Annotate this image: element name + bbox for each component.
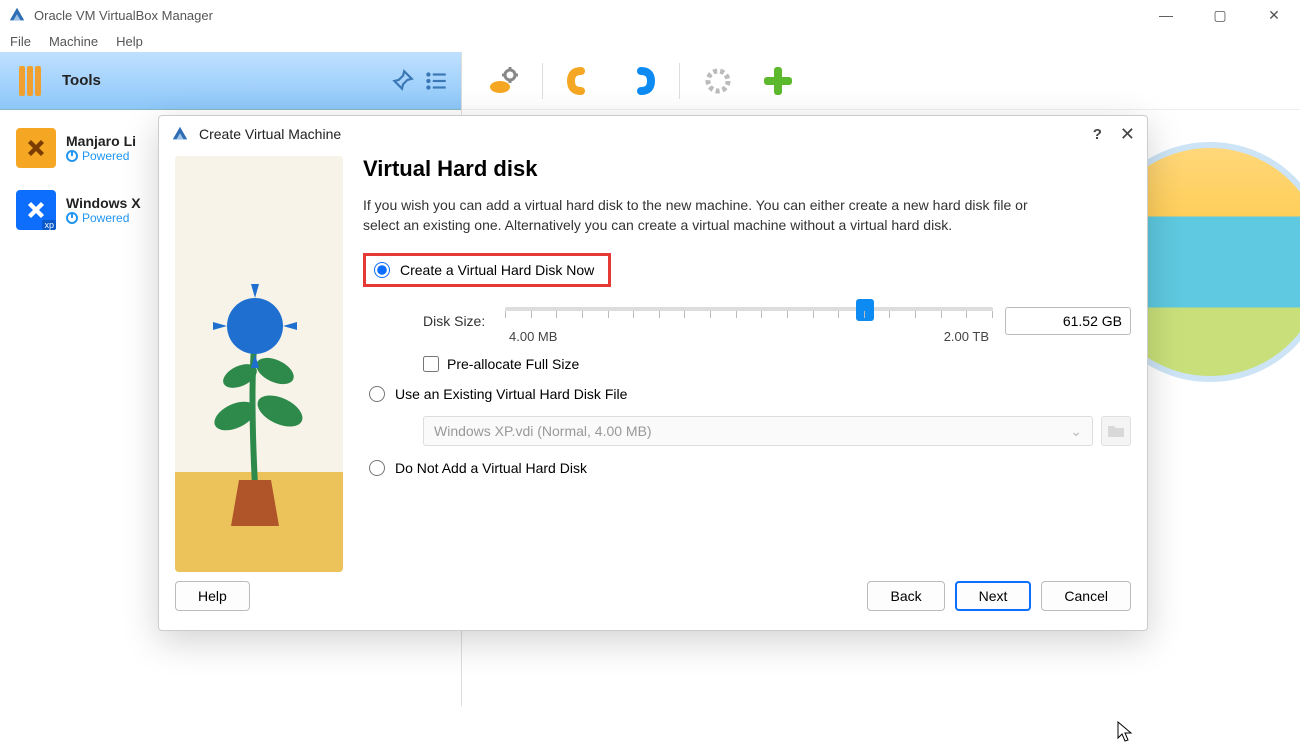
option-create-now-label: Create a Virtual Hard Disk Now [400,262,594,278]
vm-name: Manjaro Li [66,133,136,149]
os-icon-manjaro [16,128,56,168]
os-icon-windowsxp [16,190,56,230]
disk-size-label: Disk Size: [423,313,493,329]
dialog-title: Create Virtual Machine [199,126,341,142]
power-icon [66,150,78,162]
option-create-now[interactable]: Create a Virtual Hard Disk Now [363,253,611,287]
dialog-sidebar-illustration [175,156,343,572]
tools-bar[interactable]: Tools [0,52,461,110]
menubar: File Machine Help [0,30,1300,52]
close-main-button[interactable]: ✕ [1256,1,1292,29]
pin-icon[interactable] [389,68,415,94]
add-icon[interactable] [756,59,800,103]
disk-size-input[interactable] [1005,307,1131,335]
radio-no-disk[interactable] [369,460,385,476]
option-use-existing-label: Use an Existing Virtual Hard Disk File [395,386,627,402]
tools-label: Tools [62,72,101,89]
preallocate-label: Pre-allocate Full Size [447,356,579,372]
cancel-button[interactable]: Cancel [1041,581,1131,611]
minimize-button[interactable]: — [1148,1,1184,29]
dialog-description: If you wish you can add a virtual hard d… [363,196,1063,235]
maximize-button[interactable]: ▢ [1202,1,1238,29]
virtualbox-logo-icon [171,125,189,143]
disk-size-slider[interactable]: 4.00 MB 2.00 TB [505,297,993,344]
next-button[interactable]: Next [955,581,1032,611]
vm-name: Windows X [66,195,141,211]
main-toolbar [462,52,1300,110]
dialog-heading: Virtual Hard disk [363,156,1131,182]
export-icon[interactable] [619,59,663,103]
option-use-existing[interactable]: Use an Existing Virtual Hard Disk File [363,382,1131,406]
menu-file[interactable]: File [10,34,31,49]
chevron-down-icon: ⌄ [1070,423,1082,440]
folder-icon [1107,423,1125,439]
menu-machine[interactable]: Machine [49,34,98,49]
dialog-help-icon[interactable]: ? [1093,126,1102,143]
radio-use-existing[interactable] [369,386,385,402]
radio-create-now[interactable] [374,262,390,278]
dialog-titlebar: Create Virtual Machine ? ✕ [159,116,1147,152]
option-no-disk[interactable]: Do Not Add a Virtual Hard Disk [363,456,1131,480]
option-no-disk-label: Do Not Add a Virtual Hard Disk [395,460,587,476]
help-button[interactable]: Help [175,581,250,611]
settings-gear-icon[interactable] [696,59,740,103]
power-icon [66,212,78,224]
properties-icon[interactable] [482,59,526,103]
browse-folder-button[interactable] [1101,416,1131,446]
existing-file-value: Windows XP.vdi (Normal, 4.00 MB) [434,423,652,439]
preallocate-checkbox[interactable] [423,356,439,372]
vm-state: Powered [66,211,141,225]
main-window-title: Oracle VM VirtualBox Manager [34,8,213,23]
back-button[interactable]: Back [867,581,944,611]
import-icon[interactable] [559,59,603,103]
existing-file-select[interactable]: Windows XP.vdi (Normal, 4.00 MB) ⌄ [423,416,1093,446]
slider-min-label: 4.00 MB [509,329,557,344]
slider-max-label: 2.00 TB [944,329,989,344]
menu-help[interactable]: Help [116,34,143,49]
create-vm-dialog: Create Virtual Machine ? ✕ Virtual Hard … [158,115,1148,631]
cursor-icon [1117,721,1135,743]
list-icon[interactable] [423,68,449,94]
vm-state: Powered [66,149,136,163]
dialog-close-icon[interactable]: ✕ [1120,124,1135,145]
tools-icon [12,63,48,99]
main-titlebar: Oracle VM VirtualBox Manager — ▢ ✕ [0,0,1300,30]
virtualbox-logo-icon [8,6,26,24]
preallocate-checkbox-row[interactable]: Pre-allocate Full Size [423,356,1131,372]
